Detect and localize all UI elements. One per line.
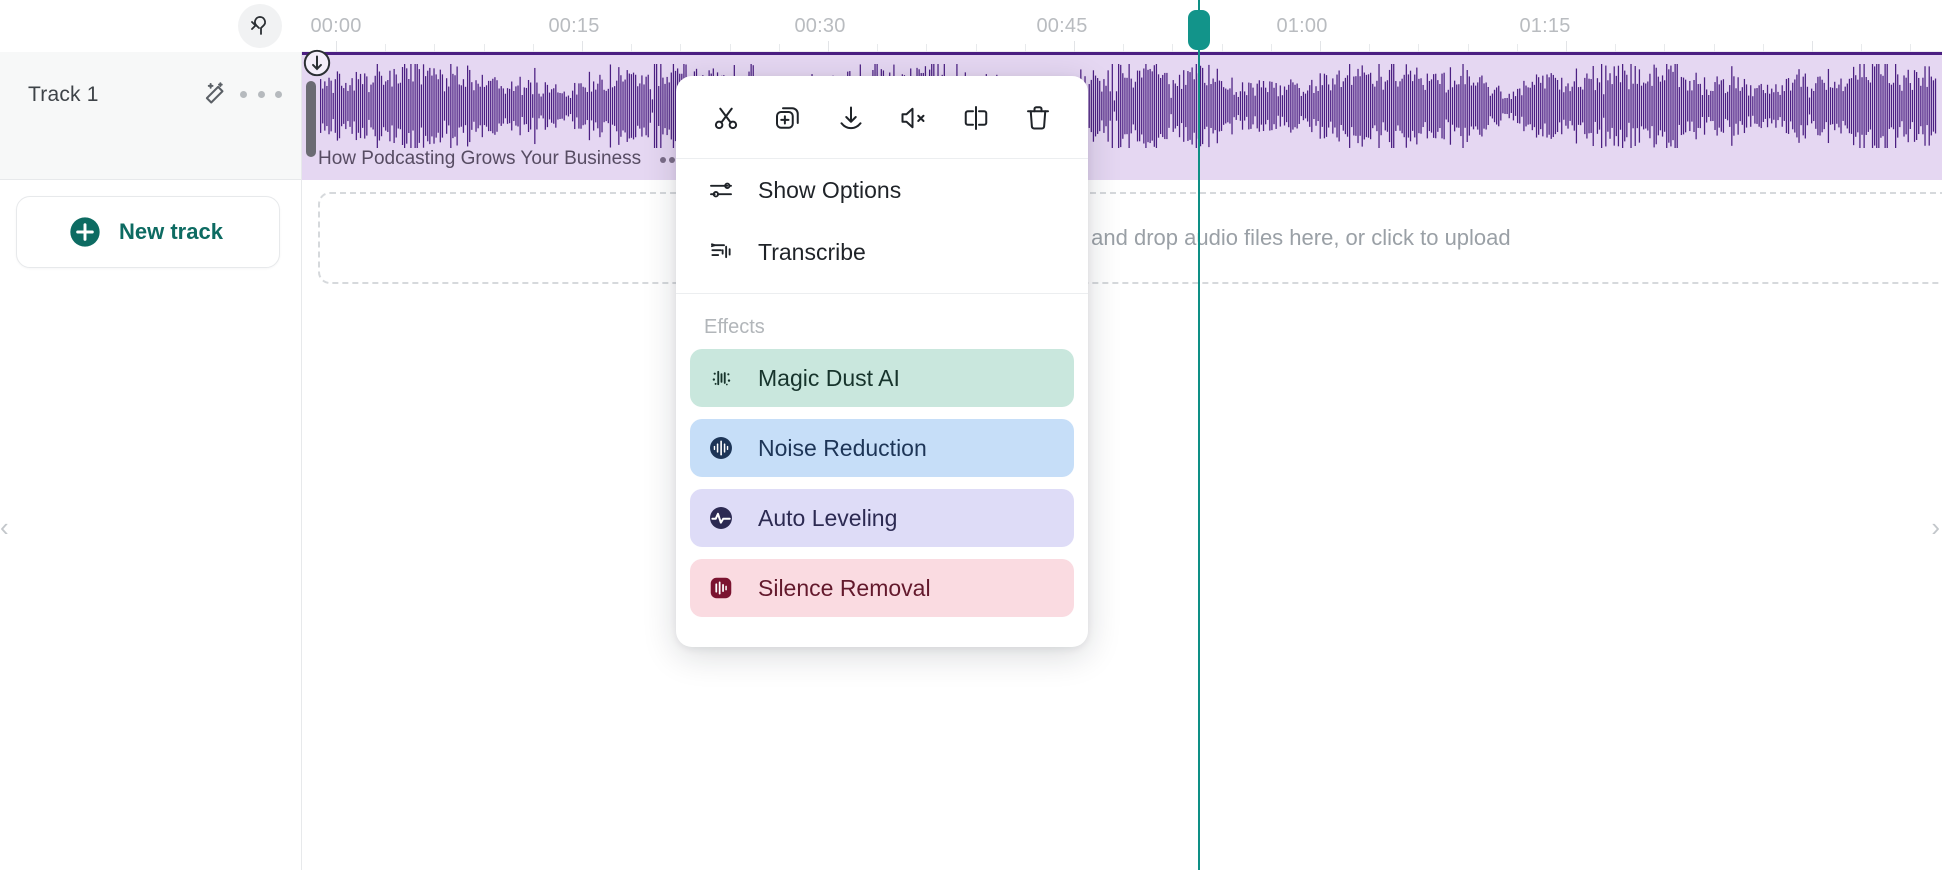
ruler-tick <box>1910 44 1911 52</box>
ruler-tick <box>631 44 632 52</box>
ruler-tick <box>1566 41 1567 52</box>
timeline-canvas[interactable]: How Podcasting Grows Your Business Drag … <box>302 52 1942 870</box>
ruler-tick <box>1812 41 1813 52</box>
effect-label: Silence Removal <box>758 575 931 602</box>
ruler-tick <box>877 44 878 52</box>
ruler-tick-label: 01:00 <box>1276 15 1327 38</box>
magic-wand-icon[interactable] <box>200 80 230 110</box>
ruler-tick <box>1714 44 1715 52</box>
collapse-right-arrow[interactable]: › <box>1931 512 1940 543</box>
split-stereo-icon[interactable] <box>956 98 996 138</box>
ruler-tick <box>1271 44 1272 52</box>
ruler-tick <box>779 44 780 52</box>
ruler-tick <box>1861 44 1862 52</box>
magic-dust-icon <box>704 365 738 391</box>
sliders-icon <box>704 176 738 204</box>
new-track-label: New track <box>119 219 223 245</box>
ruler-tick <box>385 44 386 52</box>
ruler-tick <box>976 44 977 52</box>
silence-removal-icon <box>704 574 738 602</box>
clip-context-menu[interactable]: Show Options Transcribe Effects <box>676 76 1088 647</box>
ruler-tick <box>1418 44 1419 52</box>
menu-quick-actions <box>676 76 1088 159</box>
track-name-label: Track 1 <box>28 83 99 107</box>
clip-left-handle[interactable] <box>306 81 316 157</box>
mute-icon[interactable] <box>893 98 933 138</box>
ruler-tick <box>484 44 485 52</box>
ruler-tick-label: 00:15 <box>548 15 599 38</box>
audio-clip[interactable]: How Podcasting Grows Your Business <box>302 52 1942 180</box>
ruler-tick <box>1123 44 1124 52</box>
effect-label: Noise Reduction <box>758 435 927 462</box>
ruler-tick-label: 00:30 <box>794 15 845 38</box>
effect-magic-dust-ai[interactable]: Magic Dust AI <box>690 349 1074 407</box>
ruler-tick <box>1320 41 1321 52</box>
ruler-tick <box>1369 44 1370 52</box>
ruler-tick <box>1025 44 1026 52</box>
menu-item-show-options[interactable]: Show Options <box>676 159 1088 221</box>
ruler-tick <box>828 41 829 52</box>
menu-item-label: Transcribe <box>758 239 866 266</box>
ruler-tick <box>926 44 927 52</box>
transcribe-icon <box>704 238 738 266</box>
ruler-tick-label: 01:15 <box>1519 15 1570 38</box>
magnet-snap-icon[interactable] <box>238 4 282 48</box>
ruler-tick-label: 00:45 <box>1036 15 1087 38</box>
ruler-tick <box>1763 44 1764 52</box>
ruler-tick <box>1468 44 1469 52</box>
ruler-tick-label: 00:00 <box>310 15 361 38</box>
menu-item-transcribe[interactable]: Transcribe <box>676 221 1088 283</box>
noise-reduction-icon <box>704 434 738 462</box>
effect-label: Auto Leveling <box>758 505 897 532</box>
track-more-options-icon[interactable] <box>240 82 282 106</box>
menu-item-label: Show Options <box>758 177 901 204</box>
delete-icon[interactable] <box>1018 98 1058 138</box>
left-empty-column <box>0 180 302 870</box>
effect-auto-leveling[interactable]: Auto Leveling <box>690 489 1074 547</box>
collapse-left-arrow[interactable]: ‹ <box>0 512 9 543</box>
effect-noise-reduction[interactable]: Noise Reduction <box>690 419 1074 477</box>
ruler-tick <box>582 41 583 52</box>
timeline-ruler: 00:00 00:15 00:30 00:45 01:00 01:15 <box>0 0 1942 52</box>
ruler-tick <box>730 44 731 52</box>
clip-title-label: How Podcasting Grows Your Business <box>318 148 641 170</box>
fade-in-handle-icon[interactable] <box>300 46 334 80</box>
upload-dropzone[interactable]: Drag and drop audio files here, or click… <box>318 192 1942 284</box>
ruler-ticks[interactable]: 00:00 00:15 00:30 00:45 01:00 01:15 <box>302 0 1942 52</box>
clip-waveform <box>302 63 1942 149</box>
ruler-tick <box>1074 41 1075 52</box>
split-icon[interactable] <box>706 98 746 138</box>
ruler-tick <box>680 44 681 52</box>
new-track-button[interactable]: New track <box>16 196 280 268</box>
ruler-tick <box>336 41 337 52</box>
ruler-tick <box>533 44 534 52</box>
ruler-left-pad <box>0 0 302 52</box>
plus-circle-icon <box>69 216 101 248</box>
effects-section-header: Effects <box>676 294 1088 349</box>
track-header-panel: Track 1 <box>0 52 302 180</box>
duplicate-icon[interactable] <box>768 98 808 138</box>
ruler-tick <box>1664 44 1665 52</box>
download-icon[interactable] <box>831 98 871 138</box>
ruler-tick <box>1172 44 1173 52</box>
ruler-tick <box>434 44 435 52</box>
ruler-tick <box>1615 44 1616 52</box>
ruler-tick <box>1517 44 1518 52</box>
auto-leveling-icon <box>704 504 738 532</box>
upload-dropzone-label: Drag and drop audio files here, or click… <box>1037 225 1510 251</box>
ruler-tick <box>1222 44 1223 52</box>
audio-editor-app: 00:00 00:15 00:30 00:45 01:00 01:15 Trac… <box>0 0 1942 870</box>
effect-label: Magic Dust AI <box>758 365 900 392</box>
effect-silence-removal[interactable]: Silence Removal <box>690 559 1074 617</box>
